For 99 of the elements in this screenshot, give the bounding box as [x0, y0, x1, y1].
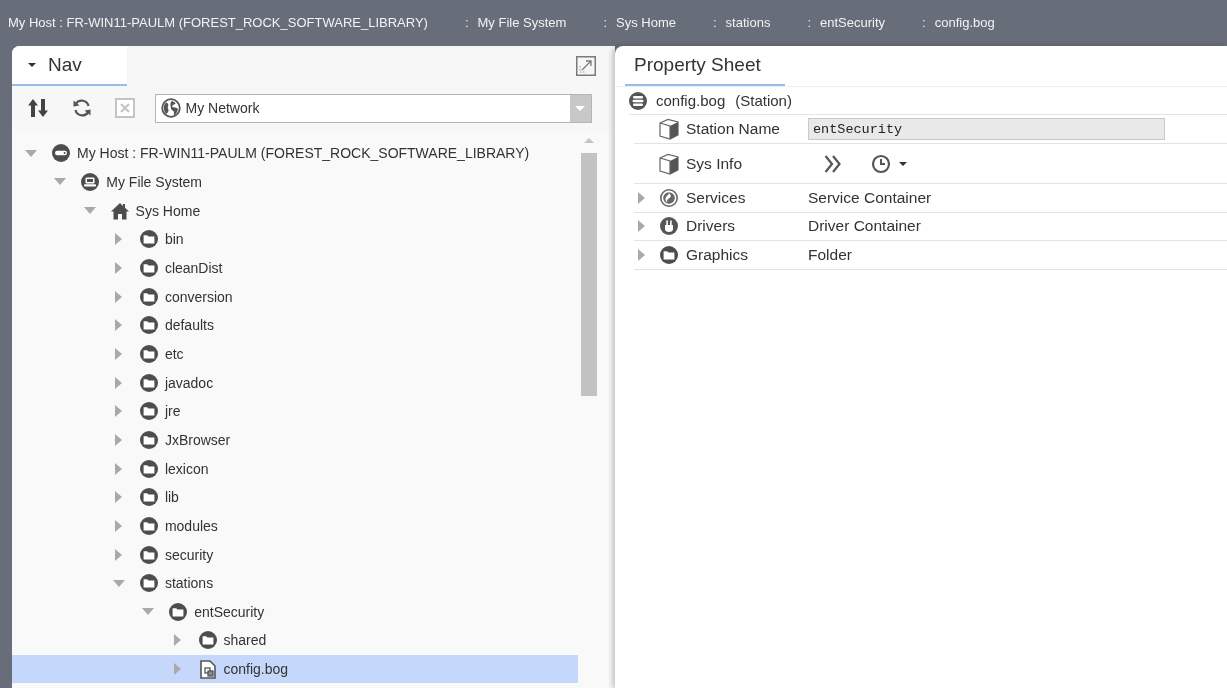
- breadcrumb-link[interactable]: My Host : FR-WIN11-PAULM (FOREST_ROCK_SOFTWARE_LIBRARY): [8, 14, 428, 30]
- property-value: Driver Container: [808, 217, 921, 236]
- caret-down-icon[interactable]: [28, 63, 36, 67]
- tree-item[interactable]: stations: [12, 568, 578, 598]
- refresh-icon: [71, 98, 92, 118]
- folder-icon: [139, 488, 158, 507]
- location-dropdown[interactable]: My Network: [154, 93, 592, 123]
- caret-right-icon[interactable]: [638, 220, 645, 233]
- breadcrumb-separator: :: [712, 14, 717, 30]
- scroll-up-arrow-icon[interactable]: [584, 138, 594, 143]
- breadcrumb-link[interactable]: My File System: [477, 14, 567, 30]
- invoke-button[interactable]: [824, 153, 842, 174]
- caret-right-icon[interactable]: [115, 261, 123, 274]
- tree-item[interactable]: bin: [12, 224, 578, 254]
- property-label: Sys Info: [686, 154, 743, 173]
- nav-tab[interactable]: Nav: [12, 46, 127, 86]
- double-chevron-icon: [824, 153, 842, 174]
- tree-item[interactable]: JxBrowser: [12, 425, 578, 455]
- property-value: Folder: [808, 245, 852, 264]
- folder-icon: [139, 258, 158, 277]
- tree-item[interactable]: jre: [12, 396, 578, 426]
- breadcrumb-separator: :: [464, 14, 469, 30]
- cube-icon: [658, 118, 680, 140]
- laptop-icon: [81, 173, 100, 191]
- tree-item[interactable]: lexicon: [12, 454, 578, 483]
- property-value: Service Container: [808, 188, 932, 207]
- caret-down-icon: [899, 161, 907, 166]
- caret-right-icon[interactable]: [115, 519, 123, 532]
- close-icon: [115, 98, 135, 118]
- cube-icon: [658, 152, 680, 175]
- folder-icon: [139, 344, 158, 363]
- plug-icon: [660, 217, 678, 236]
- caret-right-icon[interactable]: [115, 405, 123, 418]
- clock-icon: [871, 153, 891, 174]
- folder-icon: [139, 545, 158, 564]
- tree-item[interactable]: config.bog: [12, 654, 578, 684]
- tree-item[interactable]: cleanDist: [12, 253, 578, 283]
- breadcrumb-separator: :: [922, 14, 926, 30]
- folder-icon: [139, 459, 158, 478]
- breadcrumb-link[interactable]: Sys Home: [616, 14, 676, 30]
- up-down-arrows-icon: [28, 98, 48, 118]
- tree-item[interactable]: My File System: [12, 167, 578, 197]
- caret-right-icon[interactable]: [638, 248, 645, 261]
- folder-icon: [139, 574, 158, 593]
- scrollbar-thumb[interactable]: [581, 153, 597, 396]
- folder-icon: [198, 631, 217, 650]
- text-field[interactable]: entSecurity: [808, 118, 1165, 140]
- caret-right-icon[interactable]: [115, 290, 123, 303]
- caret-right-icon[interactable]: [115, 491, 123, 504]
- caret-right-icon[interactable]: [115, 462, 123, 475]
- caret-right-icon[interactable]: [115, 347, 123, 360]
- document-icon: [199, 659, 216, 679]
- database-icon: [629, 91, 647, 110]
- breadcrumb-link[interactable]: config.bog: [934, 14, 995, 30]
- caret-right-icon[interactable]: [115, 233, 123, 246]
- home-icon: [110, 201, 129, 220]
- folder-icon: [169, 602, 188, 621]
- folder-icon: [139, 373, 158, 392]
- breadcrumb-link[interactable]: entSecurity: [820, 14, 886, 30]
- caret-right-icon[interactable]: [115, 433, 123, 446]
- folder-icon: [660, 245, 678, 264]
- tree-item[interactable]: security: [12, 540, 578, 569]
- clock-menu-button[interactable]: [871, 153, 907, 174]
- component-type: (Station): [735, 92, 792, 109]
- tree-item[interactable]: etc: [12, 339, 578, 369]
- tree-item[interactable]: modules: [12, 511, 578, 541]
- folder-icon: [139, 287, 158, 306]
- caret-right-icon[interactable]: [638, 191, 645, 204]
- folder-icon: [139, 230, 158, 249]
- property-label: Drivers: [686, 217, 737, 236]
- property-label: Graphics: [686, 245, 750, 264]
- tree-item[interactable]: entSecurity: [12, 597, 578, 627]
- caret-right-icon[interactable]: [115, 376, 123, 389]
- caret-right-icon[interactable]: [115, 319, 123, 332]
- tree-item[interactable]: conversion: [12, 282, 578, 311]
- folder-icon: [139, 430, 158, 449]
- folder-icon: [139, 402, 158, 421]
- services-icon: [660, 188, 678, 207]
- folder-icon: [139, 516, 158, 535]
- globe-icon: [160, 98, 181, 118]
- drive-icon: [52, 144, 70, 163]
- property-label: Services: [686, 188, 747, 207]
- caret-right-icon[interactable]: [174, 634, 181, 647]
- tree-item[interactable]: My Host : FR-WIN11-PAULM (FOREST_ROCK_SOFTWARE_LIBRARY): [12, 139, 578, 168]
- component-name: config.bog: [656, 92, 726, 109]
- tree-item[interactable]: shared: [12, 626, 578, 655]
- tree-item[interactable]: defaults: [12, 310, 578, 340]
- property-sheet-tab[interactable]: Property Sheet: [625, 46, 785, 86]
- caret-right-icon[interactable]: [174, 663, 181, 676]
- breadcrumb-separator: :: [807, 14, 812, 30]
- folder-icon: [139, 316, 158, 335]
- caret-right-icon[interactable]: [115, 548, 123, 561]
- tree-item[interactable]: lib: [12, 482, 578, 512]
- tree-item[interactable]: Sys Home: [12, 196, 578, 225]
- tree-item[interactable]: javadoc: [12, 368, 578, 397]
- breadcrumb-link[interactable]: stations: [725, 14, 771, 30]
- maximize-icon[interactable]: [576, 56, 596, 76]
- property-label: Station Name: [686, 120, 781, 138]
- breadcrumb-separator: :: [603, 14, 607, 30]
